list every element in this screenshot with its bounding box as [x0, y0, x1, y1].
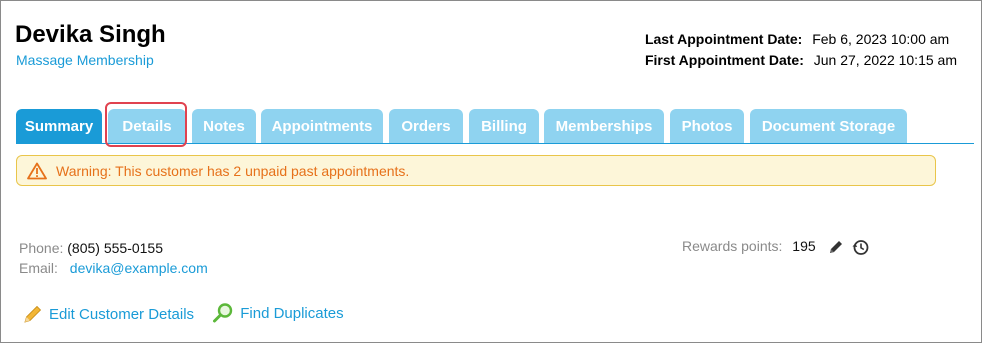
first-appointment-label: First Appointment Date: — [644, 52, 804, 68]
appointment-dates: Last Appointment Date: Feb 6, 2023 10:00… — [645, 31, 957, 73]
warning-triangle-icon — [27, 162, 47, 180]
rewards-label: Rewards points: — [682, 238, 783, 254]
last-appointment-label: Last Appointment Date: — [644, 31, 803, 47]
last-appointment-row: Last Appointment Date: Feb 6, 2023 10:00… — [645, 31, 957, 52]
history-clock-icon[interactable] — [851, 238, 869, 256]
tab-summary[interactable]: Summary — [16, 109, 102, 143]
tab-appointments[interactable]: Appointments — [261, 109, 383, 143]
tab-orders[interactable]: Orders — [389, 109, 463, 143]
phone-label: Phone: — [19, 240, 64, 256]
pencil-icon[interactable] — [828, 239, 844, 255]
email-label: Email: — [19, 260, 58, 276]
tab-details[interactable]: Details — [108, 109, 186, 143]
tab-photos[interactable]: Photos — [670, 109, 744, 143]
warning-text: Warning: This customer has 2 unpaid past… — [56, 163, 410, 179]
edit-customer-details-label: Edit Customer Details — [49, 305, 195, 323]
pencil-icon — [24, 305, 42, 323]
find-duplicates-button[interactable]: Find Duplicates — [212, 302, 344, 324]
unpaid-warning-banner: Warning: This customer has 2 unpaid past… — [16, 155, 936, 186]
last-appointment-value: Feb 6, 2023 10:00 am — [812, 31, 950, 47]
customer-actions: Edit Customer Details Find Duplicates — [23, 302, 358, 328]
tab-notes[interactable]: Notes — [192, 109, 256, 143]
rewards-points: Rewards points: 195 — [682, 238, 869, 256]
contact-info: Phone: (805) 555-0155 Email: devika@exam… — [19, 240, 208, 280]
customer-panel: Devika Singh Massage Membership Last App… — [0, 0, 982, 343]
customer-name: Devika Singh — [15, 21, 166, 48]
membership-link[interactable]: Massage Membership — [16, 52, 154, 68]
rewards-value: 195 — [792, 238, 816, 254]
first-appointment-row: First Appointment Date: Jun 27, 2022 10:… — [645, 52, 957, 73]
tab-memberships[interactable]: Memberships — [544, 109, 664, 143]
first-appointment-value: Jun 27, 2022 10:15 am — [813, 52, 957, 68]
edit-customer-details-button[interactable]: Edit Customer Details — [23, 304, 194, 324]
find-duplicates-label: Find Duplicates — [240, 304, 344, 322]
tab-billing[interactable]: Billing — [469, 109, 539, 143]
tab-document-storage[interactable]: Document Storage — [750, 109, 907, 143]
tab-underline — [16, 143, 974, 144]
phone-row: Phone: (805) 555-0155 — [19, 240, 208, 260]
email-link[interactable]: devika@example.com — [70, 260, 208, 276]
phone-value: (805) 555-0155 — [67, 240, 164, 256]
email-row: Email: devika@example.com — [19, 260, 208, 280]
magnifier-icon — [213, 303, 233, 323]
